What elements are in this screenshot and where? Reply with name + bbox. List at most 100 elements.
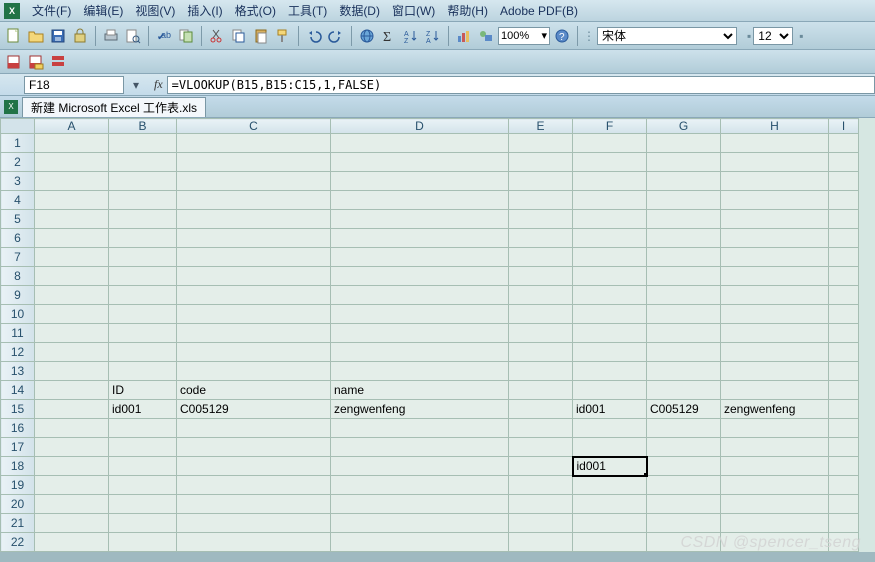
cell-B13[interactable] [109, 362, 177, 381]
cell-H6[interactable] [721, 229, 829, 248]
col-header-D[interactable]: D [331, 119, 509, 134]
cell-G16[interactable] [647, 419, 721, 438]
sort-asc-icon[interactable]: AZ [401, 26, 421, 46]
menu-tools[interactable]: 工具(T) [282, 0, 333, 21]
cell-A7[interactable] [35, 248, 109, 267]
cell-D22[interactable] [331, 533, 509, 552]
cell-C6[interactable] [177, 229, 331, 248]
cell-D11[interactable] [331, 324, 509, 343]
print-preview-icon[interactable] [123, 26, 143, 46]
row-header-14[interactable]: 14 [1, 381, 35, 400]
cell-A14[interactable] [35, 381, 109, 400]
cell-H5[interactable] [721, 210, 829, 229]
cell-I18[interactable] [829, 457, 859, 476]
document-tab[interactable]: 新建 Microsoft Excel 工作表.xls [22, 97, 206, 117]
cell-I3[interactable] [829, 172, 859, 191]
row-header-15[interactable]: 15 [1, 400, 35, 419]
name-box[interactable] [24, 76, 124, 94]
font-size-select[interactable]: 12 [753, 27, 793, 45]
cell-B22[interactable] [109, 533, 177, 552]
cell-I5[interactable] [829, 210, 859, 229]
cell-I15[interactable] [829, 400, 859, 419]
cell-G4[interactable] [647, 191, 721, 210]
sort-desc-icon[interactable]: ZA [423, 26, 443, 46]
cell-H14[interactable] [721, 381, 829, 400]
cell-H21[interactable] [721, 514, 829, 533]
pdf-email-icon[interactable] [26, 52, 46, 72]
cell-I20[interactable] [829, 495, 859, 514]
cell-D20[interactable] [331, 495, 509, 514]
cell-A18[interactable] [35, 457, 109, 476]
menu-insert[interactable]: 插入(I) [181, 0, 228, 21]
copy-icon[interactable] [229, 26, 249, 46]
cell-E19[interactable] [509, 476, 573, 495]
cell-A6[interactable] [35, 229, 109, 248]
cell-B9[interactable] [109, 286, 177, 305]
cell-C8[interactable] [177, 267, 331, 286]
cell-C17[interactable] [177, 438, 331, 457]
cell-H8[interactable] [721, 267, 829, 286]
cell-I13[interactable] [829, 362, 859, 381]
cell-B8[interactable] [109, 267, 177, 286]
cell-G7[interactable] [647, 248, 721, 267]
col-header-C[interactable]: C [177, 119, 331, 134]
pdf-create-icon[interactable] [4, 52, 24, 72]
cell-A22[interactable] [35, 533, 109, 552]
row-header-16[interactable]: 16 [1, 419, 35, 438]
cell-D1[interactable] [331, 134, 509, 153]
cell-C5[interactable] [177, 210, 331, 229]
cell-B11[interactable] [109, 324, 177, 343]
cell-D8[interactable] [331, 267, 509, 286]
cell-I9[interactable] [829, 286, 859, 305]
col-header-A[interactable]: A [35, 119, 109, 134]
name-box-dropdown-icon[interactable]: ▾ [128, 77, 144, 93]
cell-E11[interactable] [509, 324, 573, 343]
col-header-E[interactable]: E [509, 119, 573, 134]
cell-D14[interactable]: name [331, 381, 509, 400]
cell-G17[interactable] [647, 438, 721, 457]
cell-A3[interactable] [35, 172, 109, 191]
cell-B21[interactable] [109, 514, 177, 533]
cell-F17[interactable] [573, 438, 647, 457]
cell-E15[interactable] [509, 400, 573, 419]
cell-C18[interactable] [177, 457, 331, 476]
row-header-5[interactable]: 5 [1, 210, 35, 229]
cell-A13[interactable] [35, 362, 109, 381]
zoom-select[interactable]: 100%▾ [498, 27, 550, 45]
cell-E14[interactable] [509, 381, 573, 400]
cell-H13[interactable] [721, 362, 829, 381]
format-painter-icon[interactable] [273, 26, 293, 46]
menu-format[interactable]: 格式(O) [229, 0, 282, 21]
cell-F14[interactable] [573, 381, 647, 400]
cell-A15[interactable] [35, 400, 109, 419]
cell-C12[interactable] [177, 343, 331, 362]
cell-C21[interactable] [177, 514, 331, 533]
cell-C1[interactable] [177, 134, 331, 153]
cell-I21[interactable] [829, 514, 859, 533]
cell-E16[interactable] [509, 419, 573, 438]
cell-F6[interactable] [573, 229, 647, 248]
cell-F16[interactable] [573, 419, 647, 438]
cell-H11[interactable] [721, 324, 829, 343]
cell-A20[interactable] [35, 495, 109, 514]
cell-D4[interactable] [331, 191, 509, 210]
row-header-8[interactable]: 8 [1, 267, 35, 286]
row-header-13[interactable]: 13 [1, 362, 35, 381]
save-icon[interactable] [48, 26, 68, 46]
cell-G18[interactable] [647, 457, 721, 476]
col-header-I[interactable]: I [829, 119, 859, 134]
cell-G1[interactable] [647, 134, 721, 153]
cell-I22[interactable] [829, 533, 859, 552]
select-all-corner[interactable] [1, 119, 35, 134]
cell-I12[interactable] [829, 343, 859, 362]
cell-E12[interactable] [509, 343, 573, 362]
cell-G6[interactable] [647, 229, 721, 248]
cell-F15[interactable]: id001 [573, 400, 647, 419]
cell-A10[interactable] [35, 305, 109, 324]
cell-B6[interactable] [109, 229, 177, 248]
cell-I10[interactable] [829, 305, 859, 324]
cell-C3[interactable] [177, 172, 331, 191]
cell-D5[interactable] [331, 210, 509, 229]
new-file-icon[interactable] [4, 26, 24, 46]
drawing-toolbar-icon[interactable] [476, 26, 496, 46]
